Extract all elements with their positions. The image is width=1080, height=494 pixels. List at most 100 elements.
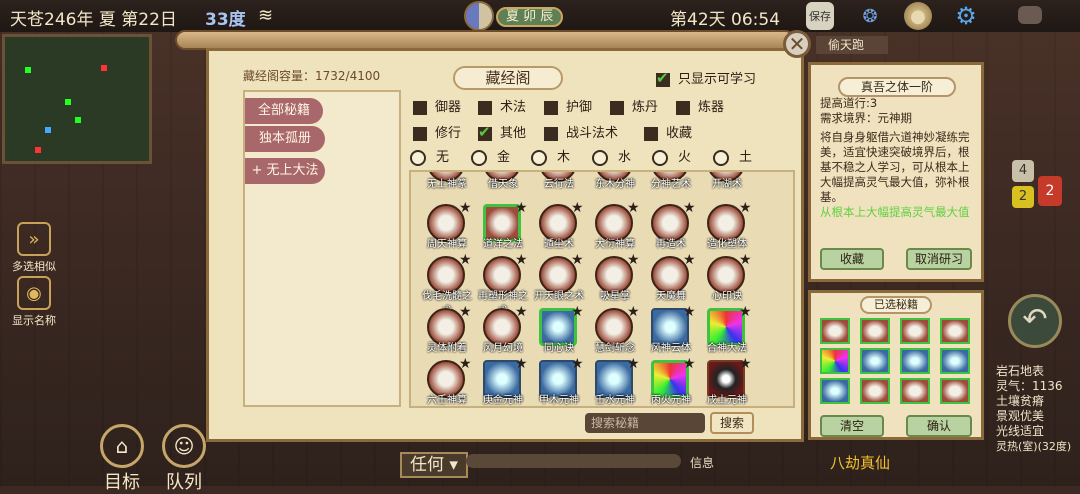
skill-book-item[interactable]: ★ 风神云体 xyxy=(643,304,699,358)
clear-button[interactable]: 清空 xyxy=(820,415,884,437)
multi-select-button[interactable]: » 多选相似 xyxy=(4,222,64,274)
cancel-research-button[interactable]: 取消研习 xyxy=(906,248,972,270)
book-label: 开天眼之术 xyxy=(534,291,584,302)
yin-yang-icon[interactable] xyxy=(464,1,494,31)
search-button[interactable]: 搜索 xyxy=(710,412,754,434)
tab-unique[interactable]: 独本孤册 xyxy=(245,126,325,152)
close-icon[interactable]: ✕ xyxy=(783,30,811,58)
palette-icon[interactable]: ● xyxy=(904,2,932,30)
selected-book-icon[interactable] xyxy=(900,378,930,404)
element-radio[interactable]: 水 xyxy=(592,146,631,166)
filter-checkbox[interactable]: 修行 xyxy=(413,122,461,141)
star-icon: ★ xyxy=(459,252,472,268)
any-dropdown[interactable]: 任何 ▾ xyxy=(400,452,468,478)
collect-button[interactable]: 收藏 xyxy=(820,248,884,270)
star-icon: ★ xyxy=(683,356,696,372)
book-label: 造化塑体 xyxy=(707,239,747,250)
skill-book-item[interactable]: ★ 造化塑体 xyxy=(699,200,755,254)
skill-book-item[interactable]: ★ 再造术 xyxy=(643,200,699,254)
skill-book-item[interactable]: ★ 戊土元神 xyxy=(699,356,755,406)
filter-checkbox[interactable]: 炼器 xyxy=(676,96,724,115)
filter-checkbox[interactable]: 炼丹 xyxy=(610,96,658,115)
skill-book-item[interactable]: ★ 慧剑斩念 xyxy=(587,304,643,358)
star-icon: ★ xyxy=(571,356,584,372)
star-icon: ★ xyxy=(627,304,640,320)
element-radio[interactable]: 火 xyxy=(652,146,691,166)
manual-icon[interactable]: ❂ xyxy=(856,2,884,30)
skill-book-item[interactable]: ★ 吸星掌 xyxy=(587,252,643,306)
skill-book-item[interactable]: ★云行法 xyxy=(531,172,587,194)
minimap-marker xyxy=(35,147,41,153)
skill-book-item[interactable]: ★ 壬水元神 xyxy=(587,356,643,406)
skill-book-item[interactable]: ★再塑形神之术 xyxy=(475,252,531,317)
skill-book-item[interactable]: ★ 六壬神算 xyxy=(419,356,475,406)
skill-book-item[interactable]: ★ 甲木元神 xyxy=(531,356,587,406)
skill-book-item[interactable]: ★ 庚金元神 xyxy=(475,356,531,406)
selected-title: 已选秘籍 xyxy=(860,296,932,314)
selected-book-icon[interactable] xyxy=(820,378,850,404)
selected-book-icon[interactable] xyxy=(860,318,890,344)
window-icon[interactable] xyxy=(1018,6,1042,24)
selected-book-icon[interactable] xyxy=(820,348,850,374)
element-radio[interactable]: 木 xyxy=(531,146,570,166)
show-names-button[interactable]: ◉ 显示名称 xyxy=(4,276,64,328)
skill-book-item[interactable]: ★ 天魔舞 xyxy=(643,252,699,306)
selected-book-icon[interactable] xyxy=(820,318,850,344)
star-icon: ★ xyxy=(739,200,752,216)
selected-book-icon[interactable] xyxy=(900,348,930,374)
element-radio[interactable]: 金 xyxy=(471,146,510,166)
selected-book-icon[interactable] xyxy=(940,348,970,374)
filter-checkbox[interactable]: 其他 xyxy=(478,122,526,141)
book-label: 大衍神算 xyxy=(595,239,635,250)
queue-button[interactable]: ☺ 队列 xyxy=(162,424,206,494)
minimap[interactable] xyxy=(2,34,152,164)
element-radio[interactable]: 土 xyxy=(713,146,752,166)
thief-tag[interactable]: 偷天跑 xyxy=(816,36,888,54)
selected-book-icon[interactable] xyxy=(900,318,930,344)
skill-book-item[interactable]: ★ 同心诀 xyxy=(531,304,587,358)
filter-checkbox[interactable]: 收藏 xyxy=(644,122,692,141)
filter-checkbox[interactable]: 护御 xyxy=(544,96,592,115)
skill-book-item[interactable]: ★开湖术 xyxy=(699,172,755,194)
book-label: 东木分神 xyxy=(595,179,635,190)
search-input[interactable]: 搜索秘籍 xyxy=(585,413,705,433)
star-icon: ★ xyxy=(515,252,528,268)
season-badge: 夏 卯 辰 xyxy=(496,7,564,27)
skill-book-item[interactable]: ★ 开天眼之术 xyxy=(531,252,587,306)
skill-book-item[interactable]: ★ 灵体附着 xyxy=(419,304,475,358)
skill-book-item[interactable]: ★东木分神 xyxy=(587,172,643,194)
confirm-button[interactable]: 确认 xyxy=(906,415,972,437)
skill-book-item[interactable]: ★ 心印诀 xyxy=(699,252,755,306)
gear-icon[interactable]: ⚙ xyxy=(952,2,980,30)
tab-all[interactable]: 全部秘籍 xyxy=(245,98,323,124)
only-learnable-checkbox[interactable]: 只显示可学习 xyxy=(656,68,756,87)
selected-book-icon[interactable] xyxy=(860,378,890,404)
back-icon[interactable]: ↶ xyxy=(1008,294,1062,348)
save-icon[interactable]: 保存 xyxy=(806,2,834,30)
selected-book-icon[interactable] xyxy=(940,378,970,404)
skill-book-item[interactable]: ★无上神篆 xyxy=(419,172,475,194)
skill-book-item[interactable]: ★分神艺术 xyxy=(643,172,699,194)
skill-book-item[interactable]: ★ 风月幻境 xyxy=(475,304,531,358)
filter-checkbox[interactable]: 御器 xyxy=(413,96,461,115)
skill-book-item[interactable]: ★伐毛洗髓之术 xyxy=(419,252,475,317)
skill-book-item[interactable]: ★ 丙火元神 xyxy=(643,356,699,406)
element-radio[interactable]: 无 xyxy=(410,146,449,166)
skill-book-item[interactable]: ★ 合神大法 xyxy=(699,304,755,358)
skill-book-item[interactable]: ★借天象 xyxy=(475,172,531,194)
selected-book-icon[interactable] xyxy=(940,318,970,344)
filter-checkbox[interactable]: 战斗法术 xyxy=(544,122,618,141)
tab-supreme[interactable]: + 无上大法 xyxy=(245,158,325,184)
book-label: 吸星掌 xyxy=(600,291,630,302)
star-icon: ★ xyxy=(739,304,752,320)
terrain-info: 岩石地表 灵气：1136 土壤贫瘠 景观优美 光线适宜 灵热(室)(32度) xyxy=(996,364,1072,453)
star-icon: ★ xyxy=(515,304,528,320)
skill-book-item[interactable]: ★ 遁尘术 xyxy=(531,200,587,254)
target-button[interactable]: ⌂ 目标 xyxy=(100,424,144,494)
skill-book-item[interactable]: ★ 道洋之法 xyxy=(475,200,531,254)
filter-checkbox[interactable]: 术法 xyxy=(478,96,526,115)
skill-book-item[interactable]: ★ 周天神算 xyxy=(419,200,475,254)
selected-book-icon[interactable] xyxy=(860,348,890,374)
skill-book-item[interactable]: ★ 大衍神算 xyxy=(587,200,643,254)
skill-book-grid[interactable]: ★无上神篆★借天象★云行法★东木分神★分神艺术★开湖术★周天神算★道洋之法★遁尘… xyxy=(409,170,795,408)
